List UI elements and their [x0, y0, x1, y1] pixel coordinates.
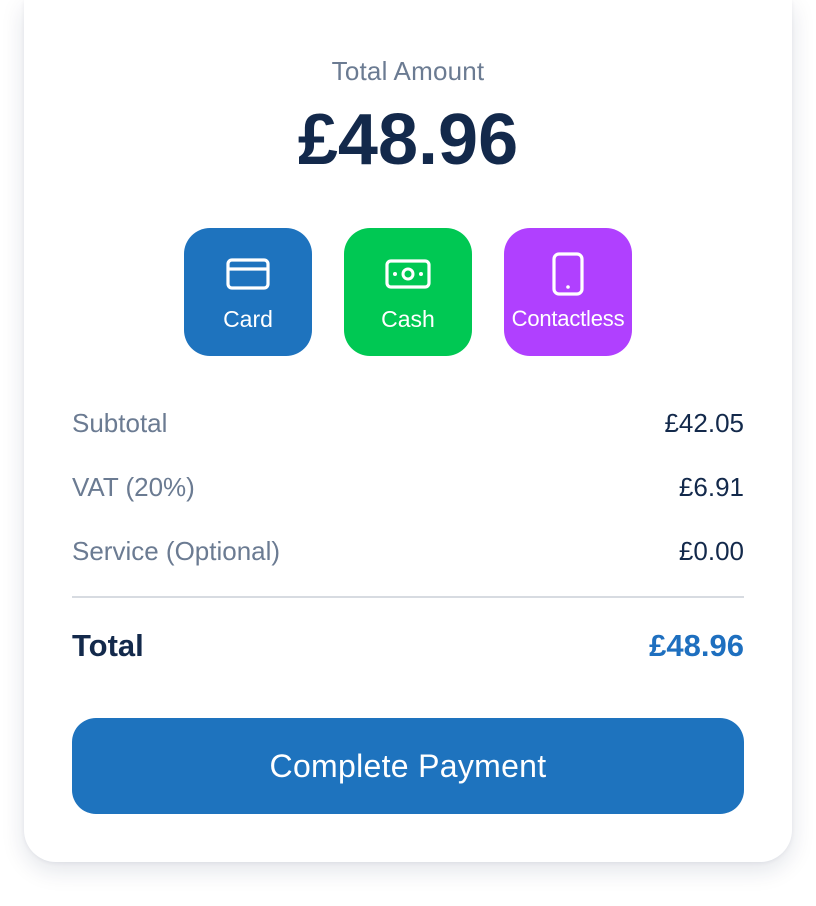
total-row: Total £48.96 [72, 628, 744, 668]
total-value: £48.96 [649, 628, 744, 663]
smartphone-icon [504, 252, 632, 296]
divider [72, 596, 744, 598]
payment-method-label: Card [223, 306, 273, 332]
payment-method-contactless-button[interactable]: Contactless [504, 228, 632, 356]
payment-method-label: Contactless [511, 306, 625, 331]
payment-card: Total Amount £48.96 Card Cash Contactles… [24, 0, 792, 862]
breakdown-value: £42.05 [664, 408, 744, 438]
total-label: Total [72, 628, 144, 663]
payment-method-cash-button[interactable]: Cash [344, 228, 472, 356]
payment-method-label: Cash [381, 306, 435, 332]
total-amount-label: Total Amount [331, 56, 485, 86]
payment-method-card-button[interactable]: Card [184, 228, 312, 356]
credit-card-icon [184, 252, 312, 296]
breakdown-row-service: Service (Optional) £0.00 [72, 536, 744, 576]
banknote-icon [344, 252, 472, 296]
breakdown-row-vat: VAT (20%) £6.91 [72, 472, 744, 512]
breakdown-row-subtotal: Subtotal £42.05 [72, 408, 744, 448]
breakdown-label: Subtotal [72, 408, 168, 438]
breakdown-label: Service (Optional) [72, 536, 281, 566]
payment-methods: Card Cash Contactless [184, 228, 632, 356]
breakdown-value: £0.00 [678, 536, 744, 566]
total-amount-value: £48.96 [297, 100, 519, 180]
complete-payment-button[interactable]: Complete Payment [72, 718, 744, 814]
breakdown-label: VAT (20%) [72, 472, 195, 502]
breakdown-value: £6.91 [678, 472, 744, 502]
